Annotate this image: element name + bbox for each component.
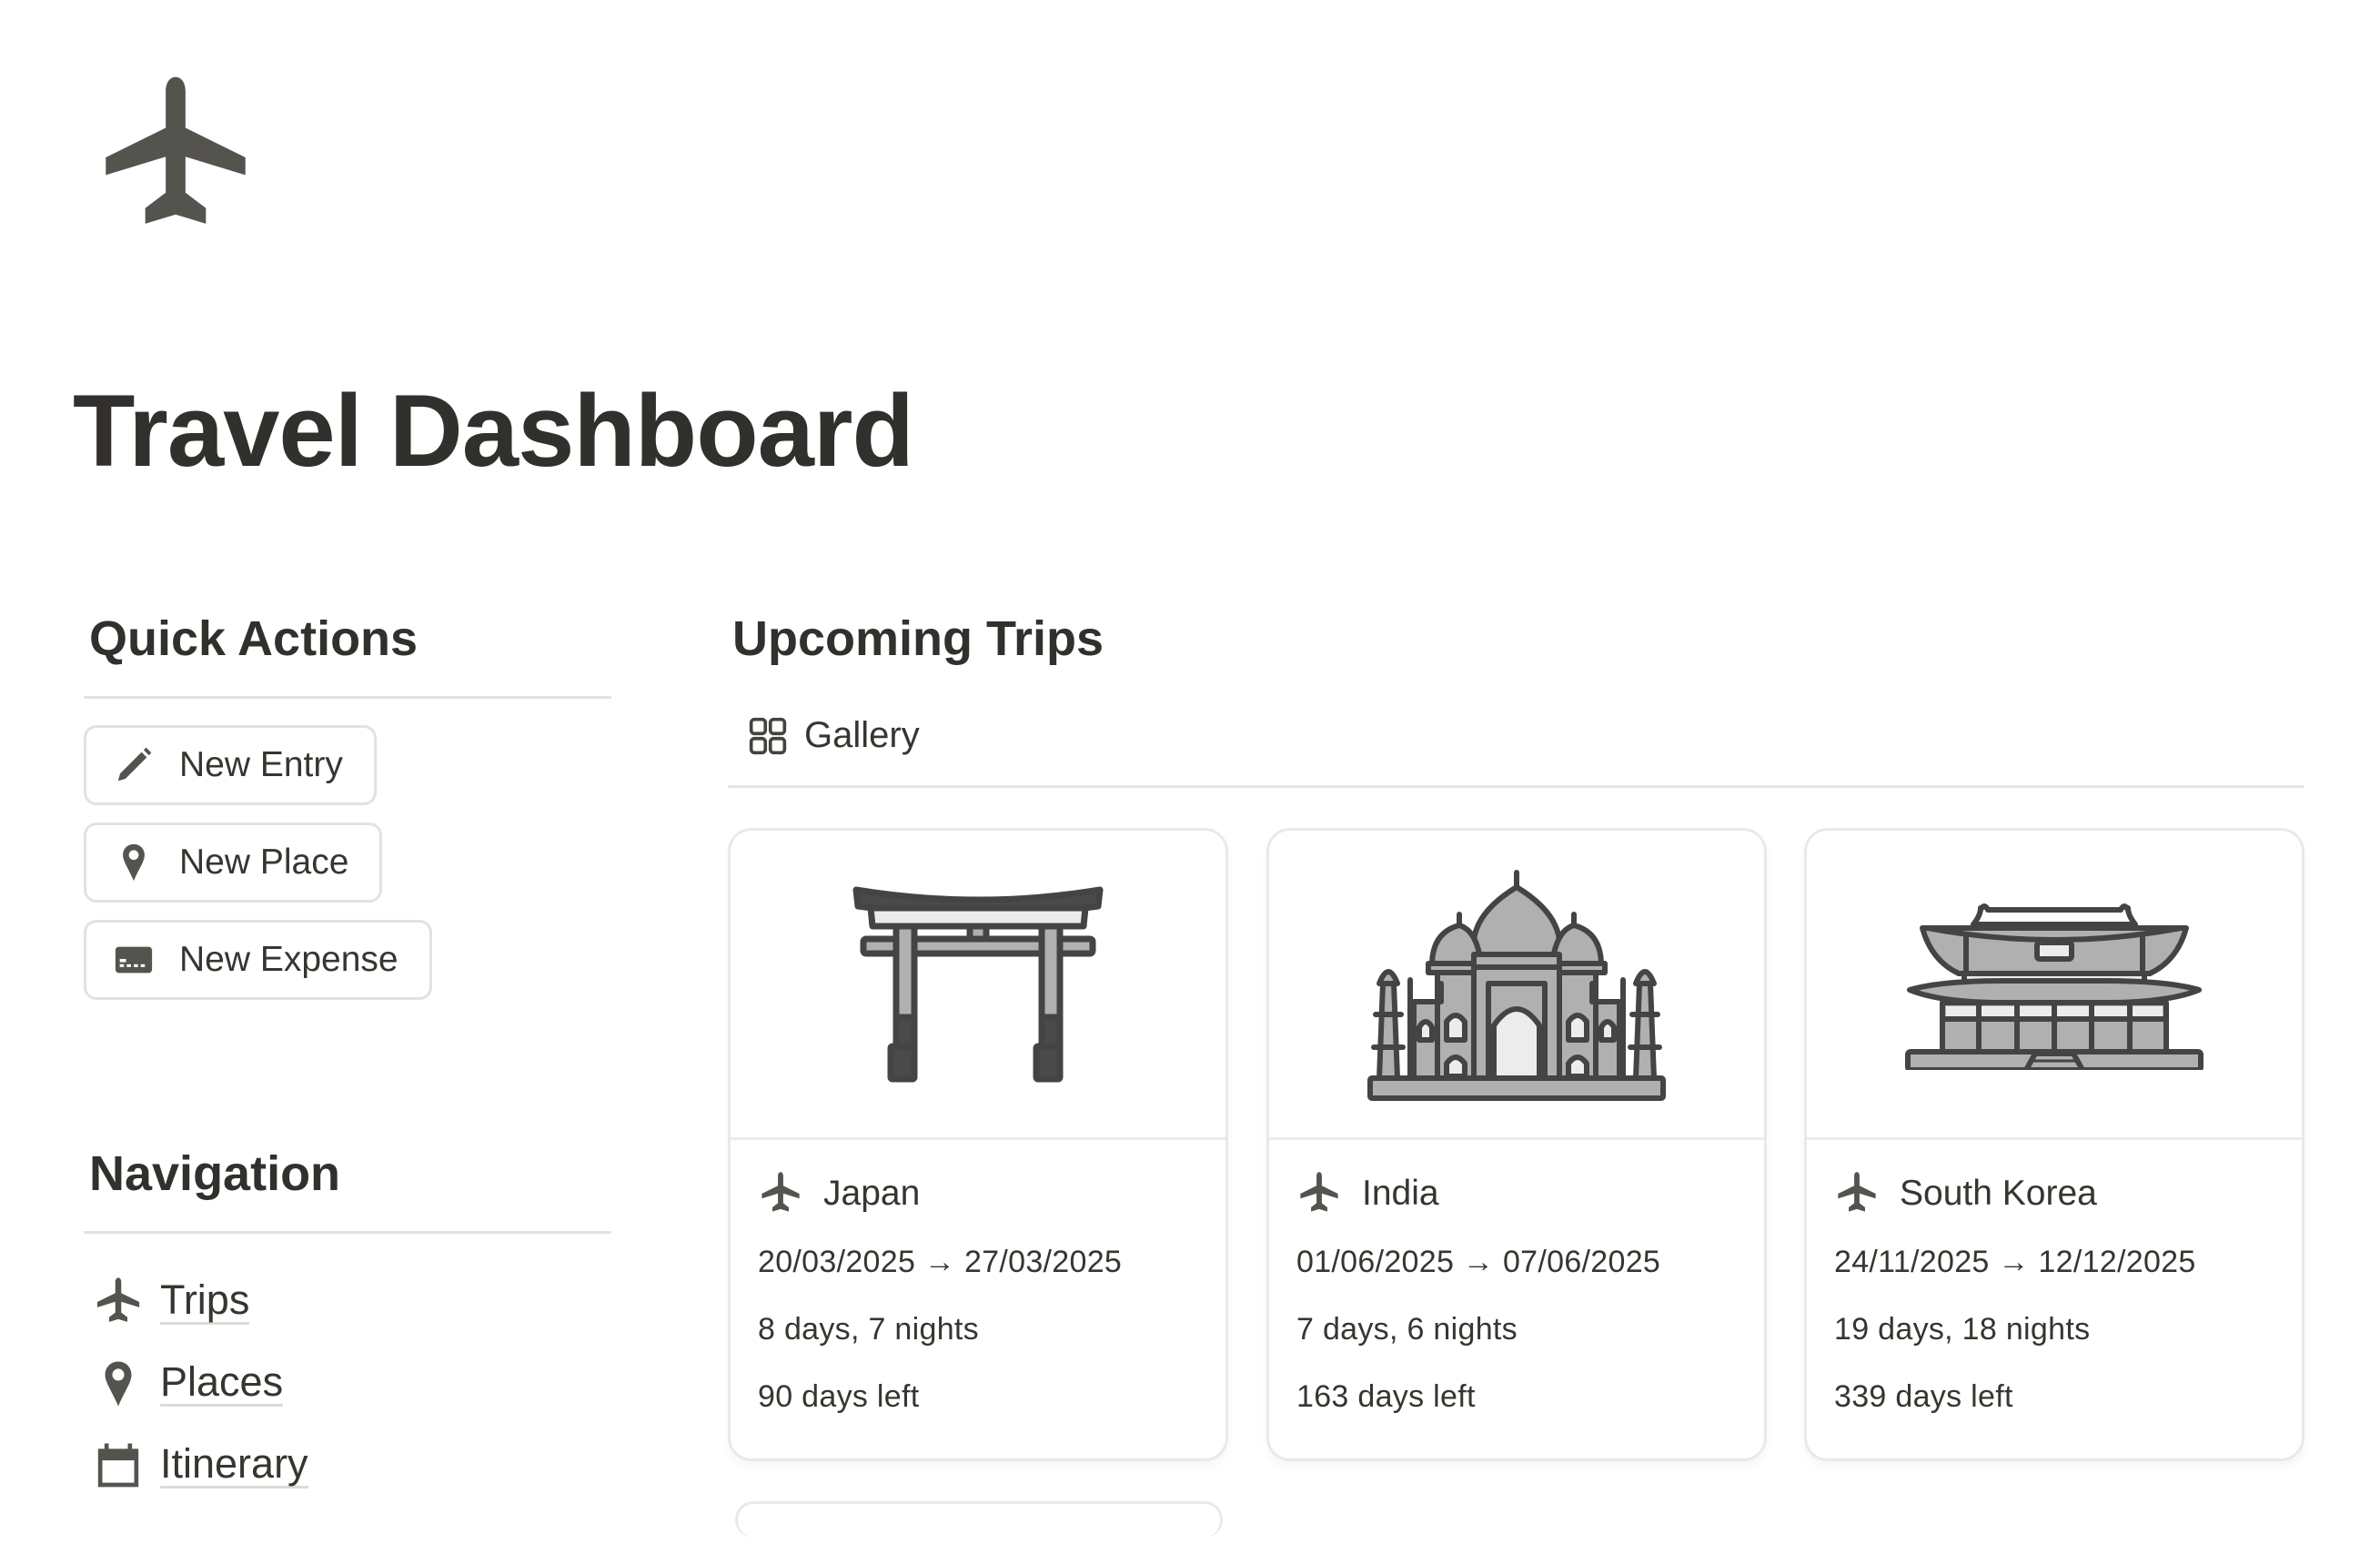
torii-gate-illustration: [852, 886, 1104, 1083]
card-title-row: South Korea: [1834, 1167, 2302, 1220]
new-expense-label: New Expense: [179, 939, 398, 979]
tab-gallery-label: Gallery: [804, 715, 920, 756]
new-entry-label: New Entry: [179, 744, 343, 784]
card-body: India 01/06/2025 → 07/06/2025 7 days, 6 …: [1269, 1140, 1764, 1418]
nav-item-trips[interactable]: Trips: [84, 1261, 611, 1343]
credit-card-icon: [112, 938, 156, 982]
new-place-button[interactable]: New Place: [84, 822, 383, 903]
card-duration: 8 days, 7 nights: [758, 1311, 979, 1347]
airplane-icon: [1834, 1171, 1880, 1216]
card-title-row: India: [1296, 1167, 1764, 1220]
navigation-heading: Navigation: [89, 1145, 341, 1201]
card-title-row: Japan: [758, 1167, 1225, 1220]
card-countdown: 339 days left: [1834, 1378, 2013, 1414]
left-column: Quick Actions New Entry New Place New Ex…: [84, 610, 611, 1507]
nav-item-places[interactable]: Places: [84, 1343, 611, 1425]
card-countdown: 163 days left: [1296, 1378, 1476, 1414]
card-body: Japan 20/03/2025 → 27/03/2025 8 days, 7 …: [731, 1140, 1225, 1418]
navigation-divider: [84, 1230, 611, 1234]
trip-card-south-korea[interactable]: South Korea 24/11/2025 → 12/12/2025 19 d…: [1804, 827, 2304, 1461]
quick-actions-heading: Quick Actions: [89, 611, 419, 666]
card-cover: [1807, 831, 2302, 1140]
card-countdown: 90 days left: [758, 1378, 920, 1414]
view-tabs: Gallery: [728, 707, 2304, 765]
nav-link-trips[interactable]: Trips: [160, 1278, 250, 1326]
trip-gallery: Japan 20/03/2025 → 27/03/2025 8 days, 7 …: [728, 827, 2304, 1554]
new-place-label: New Place: [179, 842, 349, 882]
quick-actions-section: Quick Actions New Entry New Place New Ex…: [84, 610, 611, 1017]
airplane-icon: [758, 1171, 803, 1216]
card-cover: [731, 831, 1225, 1140]
quick-actions-divider: [84, 695, 611, 699]
card-cover: [1269, 831, 1764, 1140]
tab-gallery[interactable]: Gallery: [748, 715, 920, 756]
card-duration: 7 days, 6 nights: [1296, 1311, 1518, 1347]
airplane-icon: [91, 1275, 146, 1329]
quick-actions-list: New Entry New Place New Expense: [84, 724, 611, 1017]
nav-item-itinerary[interactable]: Itinerary: [84, 1425, 611, 1507]
gallery-grid-icon: [749, 717, 787, 754]
trip-card-japan[interactable]: Japan 20/03/2025 → 27/03/2025 8 days, 7 …: [728, 827, 1228, 1461]
navigation-list: Trips Places Itinerary: [84, 1261, 611, 1507]
page-title: Travel Dashboard: [73, 374, 914, 488]
new-expense-button[interactable]: New Expense: [84, 919, 432, 1000]
nav-link-places[interactable]: Places: [160, 1360, 284, 1408]
card-title: South Korea: [1900, 1173, 2097, 1213]
taj-mahal-illustration: [1367, 870, 1666, 1102]
airplane-icon: [1296, 1171, 1342, 1216]
card-body: South Korea 24/11/2025 → 12/12/2025 19 d…: [1807, 1140, 2302, 1418]
calendar-icon: [91, 1438, 146, 1493]
korean-palace-illustration: [1905, 903, 2204, 1071]
page-airplane-icon[interactable]: [91, 73, 260, 242]
card-dates: 24/11/2025 → 12/12/2025: [1834, 1244, 2196, 1279]
navigation-section: Navigation Trips Places Itinerary: [84, 1145, 611, 1507]
card-dates: 01/06/2025 → 07/06/2025: [1296, 1244, 1661, 1279]
nav-link-itinerary[interactable]: Itinerary: [160, 1442, 308, 1489]
upcoming-trips-heading: Upcoming Trips: [732, 611, 1104, 666]
card-title: India: [1362, 1173, 1439, 1213]
upcoming-trips-section: Upcoming Trips Gallery Japan 20/03/2025 …: [728, 610, 2304, 1554]
trip-card-india[interactable]: India 01/06/2025 → 07/06/2025 7 days, 6 …: [1266, 827, 1767, 1461]
card-dates: 20/03/2025 → 27/03/2025: [758, 1244, 1123, 1279]
card-duration: 19 days, 18 nights: [1834, 1311, 2091, 1347]
map-pin-icon: [91, 1357, 146, 1411]
view-tabs-divider: [728, 784, 2304, 788]
trip-card-partial[interactable]: [735, 1500, 1223, 1538]
pencil-icon: [112, 743, 156, 787]
card-title: Japan: [823, 1173, 921, 1213]
new-entry-button[interactable]: New Entry: [84, 724, 377, 805]
map-pin-icon: [112, 841, 156, 884]
